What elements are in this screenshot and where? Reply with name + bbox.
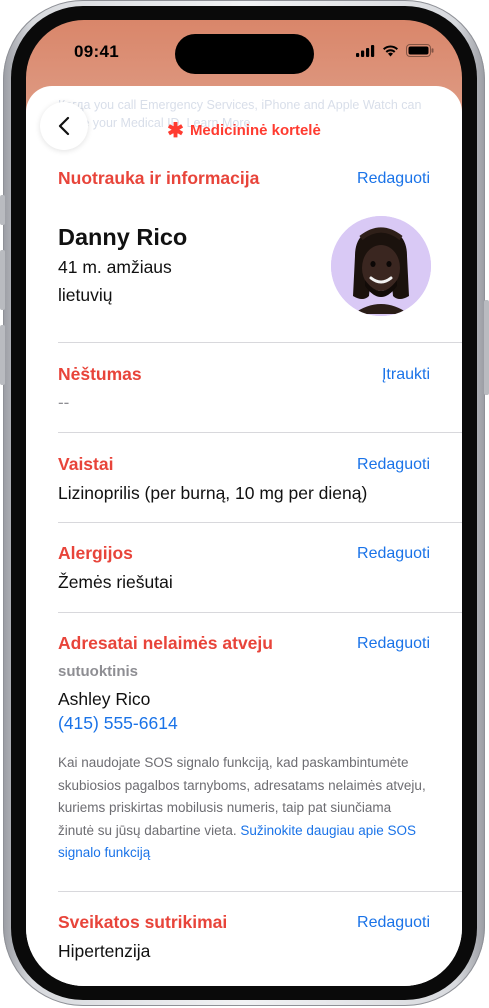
volume-down-button (0, 325, 5, 385)
emergency-contacts-edit-link[interactable]: Redaguoti (357, 635, 430, 653)
wifi-icon (383, 44, 398, 56)
pregnancy-title: Nėštumas (58, 364, 142, 384)
screen: 09:41 Когда you call Emergency Services,… (26, 20, 462, 986)
profile-section: Nuotrauka ir informacija Redaguoti (58, 168, 430, 189)
sos-info-note: Kai naudojate SOS signalo funkciją, kad … (58, 752, 430, 865)
conditions-section: Sveikatos sutrikimai Redaguoti Hipertenz… (58, 912, 430, 962)
divider (58, 522, 462, 523)
asterisk-icon: ✱ (167, 120, 184, 142)
allergies-value: Žemės riešutai (58, 572, 173, 592)
power-button (484, 300, 489, 395)
pregnancy-section: Nėštumas Įtraukti -- (58, 364, 430, 413)
page-title-text: Medicininė kortelė (189, 122, 321, 139)
dynamic-island (175, 34, 314, 74)
memoji-avatar (331, 216, 431, 316)
pregnancy-value: -- (58, 393, 70, 412)
contact-name: Ashley Rico (58, 689, 151, 709)
divider (58, 891, 462, 892)
conditions-edit-link[interactable]: Redaguoti (357, 914, 430, 932)
allergies-section: Alergijos Redaguoti Žemės riešutai (58, 543, 430, 593)
status-time: 09:41 (74, 42, 119, 61)
avatar-illustration (331, 216, 431, 316)
allergies-edit-link[interactable]: Redaguoti (357, 545, 430, 563)
emergency-contacts-section: Adresatai nelaimės atveju Redaguoti sutu… (58, 633, 430, 865)
volume-up-button (0, 250, 5, 310)
divider (58, 342, 462, 343)
conditions-value: Hipertenzija (58, 941, 151, 961)
signal-icon (356, 44, 375, 57)
contact-phone-link[interactable]: (415) 555-6614 (58, 713, 430, 734)
medications-section: Vaistai Redaguoti Lizinoprilis (per burn… (58, 454, 430, 504)
profile-edit-link[interactable]: Redaguoti (357, 170, 430, 188)
medications-value: Lizinoprilis (per burną, 10 mg per dieną… (58, 483, 368, 503)
contact-relation: sutuoktinis (58, 663, 139, 680)
divider (58, 612, 462, 613)
pregnancy-add-link[interactable]: Įtraukti (382, 366, 430, 384)
action-button (0, 195, 5, 225)
page-title: ✱ Medicininė kortelė (26, 118, 462, 143)
divider (58, 432, 462, 433)
battery-icon (406, 44, 434, 57)
medications-edit-link[interactable]: Redaguoti (357, 456, 430, 474)
status-icons (356, 44, 434, 57)
medical-id-sheet: Когда you call Emergency Services, iPhon… (26, 86, 462, 986)
